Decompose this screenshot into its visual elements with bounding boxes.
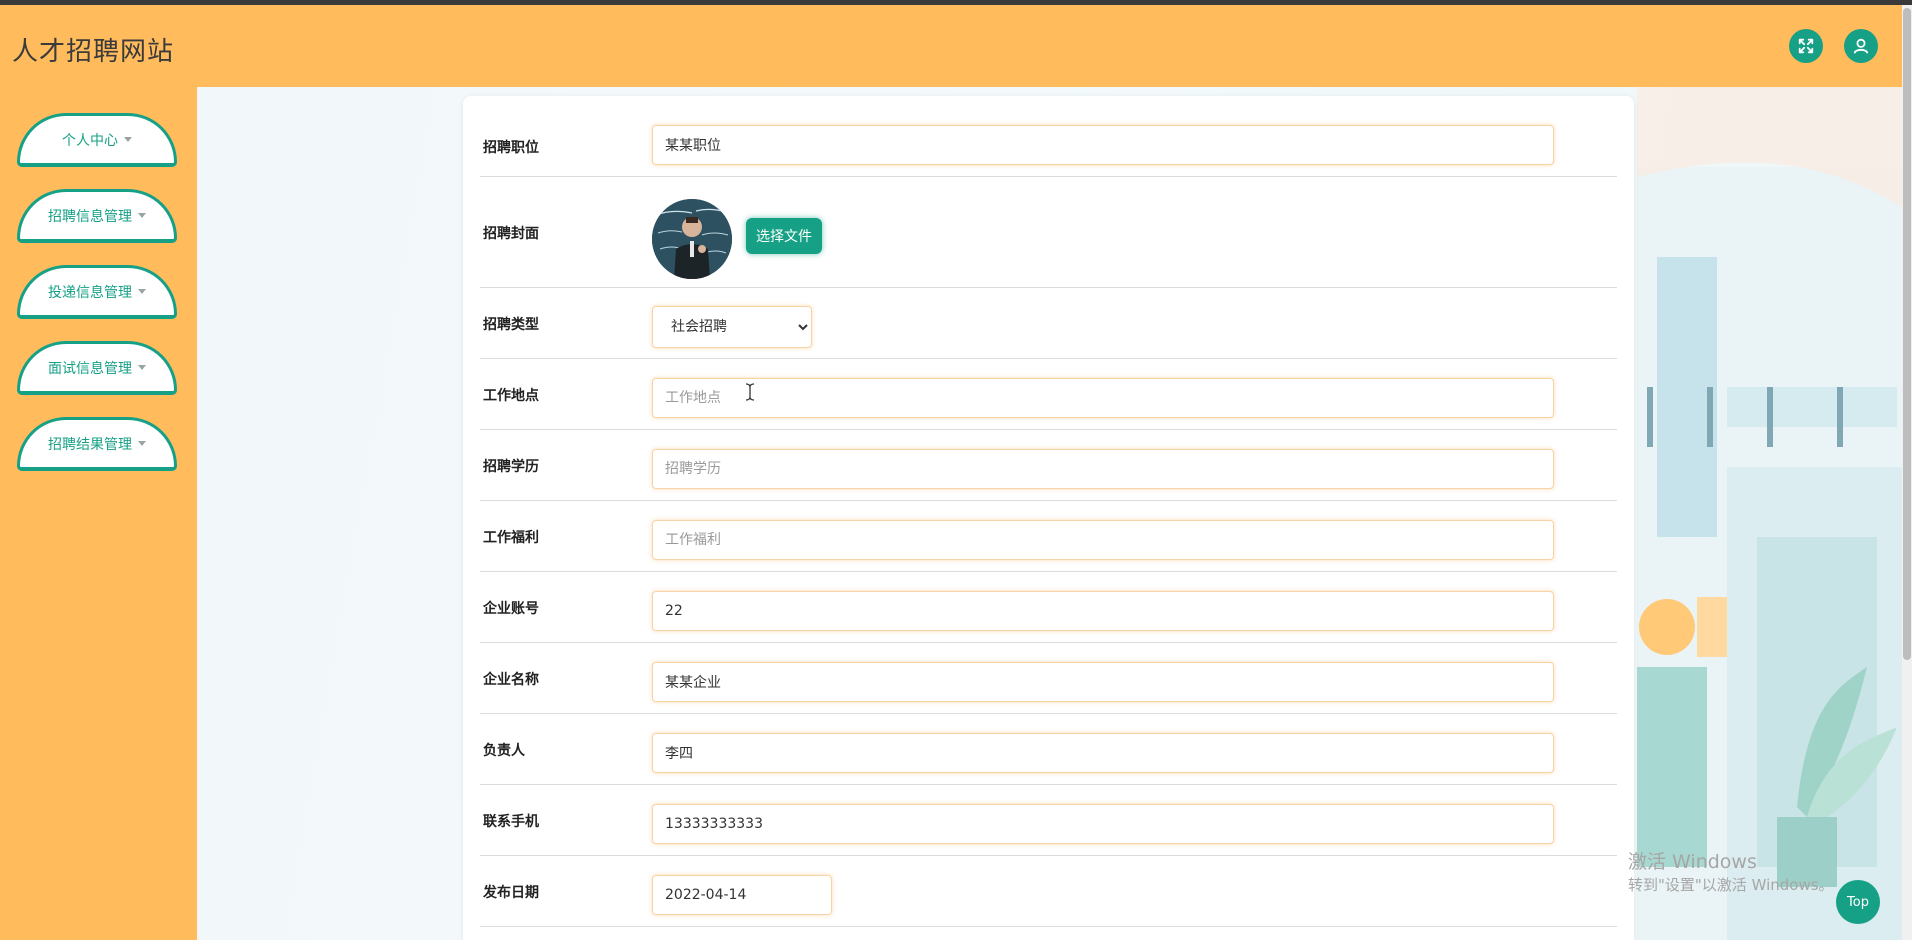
form-row-education: 招聘学历 [480,430,1617,501]
caret-down-icon [124,137,132,142]
sidebar-item-label: 招聘信息管理 [48,208,132,225]
type-label: 招聘类型 [483,317,539,333]
manager-label: 负责人 [483,743,525,759]
education-input[interactable] [652,449,1554,489]
account-input[interactable] [652,591,1554,631]
benefits-input[interactable] [652,520,1554,560]
background-illustration [1637,87,1902,940]
benefits-label: 工作福利 [483,530,539,546]
cover-image [652,199,732,279]
position-input[interactable] [652,125,1554,165]
form-row-company: 企业名称 [480,643,1617,714]
sidebar-item-recruitment-result[interactable]: 招聘结果管理 [17,417,177,471]
fullscreen-button[interactable] [1789,29,1823,63]
form-row-benefits: 工作福利 [480,501,1617,572]
form-row-location: 工作地点 [480,359,1617,430]
form-row-manager: 负责人 [480,714,1617,785]
form-row-cover: 招聘封面 选择文件 [480,177,1617,288]
account-label: 企业账号 [483,601,539,617]
sidebar-item-label: 个人中心 [62,132,118,149]
sidebar-item-label: 招聘结果管理 [48,436,132,453]
caret-down-icon [138,213,146,218]
user-icon [1853,38,1869,54]
phone-label: 联系手机 [483,814,539,830]
back-to-top-button[interactable]: Top [1836,880,1880,924]
phone-input[interactable] [652,804,1554,844]
choose-file-button[interactable]: 选择文件 [746,218,822,254]
sidebar-item-recruitment-info[interactable]: 招聘信息管理 [17,189,177,243]
header: 人才招聘网站 [0,5,1902,87]
company-label: 企业名称 [483,672,539,688]
sidebar-item-personal-center[interactable]: 个人中心 [17,113,177,167]
form-row-phone: 联系手机 [480,785,1617,856]
site-title: 人才招聘网站 [12,37,175,67]
activation-watermark-subtitle: 转到"设置"以激活 Windows。 [1628,876,1834,894]
date-label: 发布日期 [483,885,539,901]
location-label: 工作地点 [483,388,539,404]
company-input[interactable] [652,662,1554,702]
user-button[interactable] [1844,29,1878,63]
form-row-position: 招聘职位 [480,117,1617,177]
sidebar-item-label: 投递信息管理 [48,284,132,301]
type-select[interactable]: 社会招聘 [652,306,812,348]
sidebar-item-application-info[interactable]: 投递信息管理 [17,265,177,319]
sidebar: 个人中心 招聘信息管理 投递信息管理 面试信息管理 招聘结果管理 [0,87,197,940]
education-label: 招聘学历 [483,459,539,475]
date-input[interactable] [652,875,832,915]
cover-label: 招聘封面 [483,226,539,242]
expand-icon [1798,38,1814,54]
location-input[interactable] [652,378,1554,418]
caret-down-icon [138,365,146,370]
position-label: 招聘职位 [483,140,539,156]
form-row-type: 招聘类型 社会招聘 [480,288,1617,359]
scrollbar-thumb[interactable] [1903,8,1911,660]
activation-watermark-title: 激活 Windows [1628,851,1757,873]
form-row-account: 企业账号 [480,572,1617,643]
caret-down-icon [138,289,146,294]
sidebar-item-label: 面试信息管理 [48,360,132,377]
sidebar-item-interview-info[interactable]: 面试信息管理 [17,341,177,395]
caret-down-icon [138,441,146,446]
manager-input[interactable] [652,733,1554,773]
form-row-date: 发布日期 [480,856,1617,927]
text-cursor-icon [745,383,755,401]
background-illustration-top [1637,87,1902,207]
